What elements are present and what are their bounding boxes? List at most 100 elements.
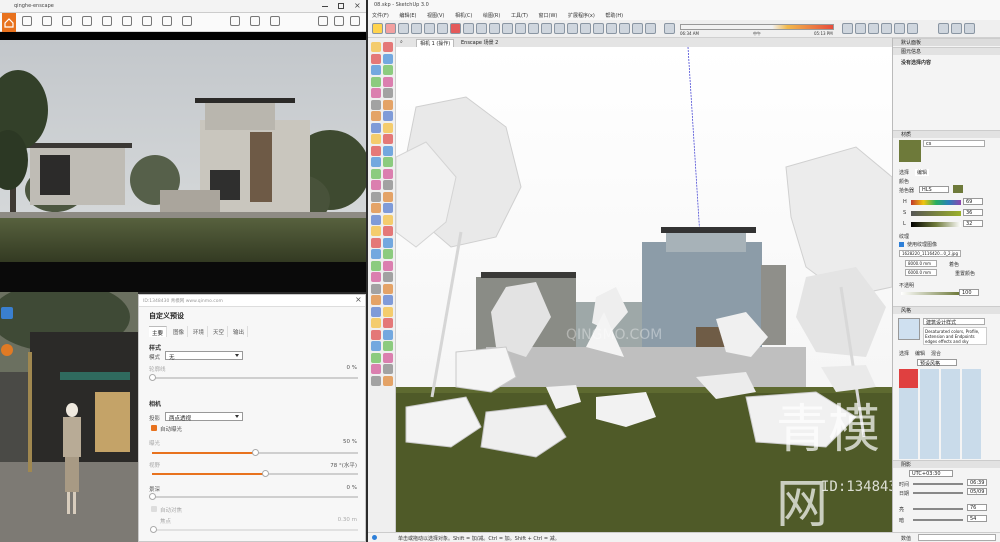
- left-tool-icon[interactable]: [371, 283, 381, 294]
- right-view-icon[interactable]: [619, 23, 630, 34]
- minimize-icon[interactable]: [322, 6, 328, 7]
- menu-file[interactable]: 文件(F): [372, 13, 389, 19]
- picker-select[interactable]: HLS: [919, 186, 949, 193]
- left-tool-icon[interactable]: [371, 295, 381, 305]
- wireframe-style-icon[interactable]: [855, 23, 866, 34]
- utc-select[interactable]: UTC+03:30: [909, 470, 953, 477]
- shaded-style-icon[interactable]: [881, 23, 892, 34]
- focus-knob[interactable]: [150, 526, 157, 533]
- fov-slider[interactable]: [152, 470, 358, 477]
- menu-help[interactable]: 帮助(H): [605, 13, 623, 19]
- move-tool-icon[interactable]: [450, 23, 461, 34]
- views-icon[interactable]: [142, 16, 152, 26]
- style-tab-mix[interactable]: 混合: [931, 350, 941, 357]
- l-field[interactable]: 32: [963, 220, 983, 227]
- projection-select[interactable]: 两点透视: [165, 412, 243, 422]
- left-tool-icon[interactable]: [371, 237, 381, 248]
- left-tool-icon[interactable]: [371, 272, 381, 282]
- menu-edit[interactable]: 编辑(E): [399, 13, 416, 19]
- panorama-icon[interactable]: [82, 16, 92, 26]
- style-tab-select[interactable]: 选择: [899, 350, 909, 357]
- menu-draw[interactable]: 绘图(R): [483, 13, 500, 19]
- left-tool-icon[interactable]: [371, 99, 381, 110]
- menu-camera[interactable]: 相机(C): [455, 13, 472, 19]
- left-tool-icon[interactable]: [371, 260, 381, 271]
- tab-output[interactable]: 输出: [230, 326, 249, 337]
- left-tool-icon[interactable]: [383, 111, 393, 121]
- time-slider[interactable]: [913, 483, 963, 485]
- tab-edit[interactable]: 编辑: [915, 169, 930, 176]
- texture-file-field[interactable]: 1628220_1116420...0_2.jpg: [899, 250, 961, 257]
- focus-slider[interactable]: [150, 526, 358, 533]
- menu-view[interactable]: 视图(V): [427, 13, 444, 19]
- left-tool-icon[interactable]: [383, 53, 393, 64]
- dof-knob[interactable]: [149, 493, 156, 500]
- left-tool-icon[interactable]: [383, 145, 393, 156]
- left-tool-icon[interactable]: [371, 134, 381, 144]
- web-icon[interactable]: [250, 16, 260, 26]
- search-icon[interactable]: ⌕: [400, 39, 403, 45]
- dark-field[interactable]: 54: [967, 515, 987, 522]
- left-tool-icon[interactable]: [383, 237, 393, 248]
- fov-knob[interactable]: [262, 470, 270, 477]
- menu-window[interactable]: 窗口(W): [539, 13, 558, 19]
- left-tool-icon[interactable]: [383, 203, 393, 213]
- tab-environment[interactable]: 环境: [190, 326, 209, 337]
- zoom-tool-icon[interactable]: [567, 23, 578, 34]
- share-icon[interactable]: [270, 16, 280, 26]
- shadows-header[interactable]: 阴影: [893, 460, 1000, 468]
- left-tool-icon[interactable]: [371, 180, 381, 190]
- style-tab-edit[interactable]: 编辑: [915, 350, 925, 357]
- left-tool-icon[interactable]: [383, 214, 393, 225]
- l-gradient[interactable]: [911, 222, 961, 227]
- light-field[interactable]: 76: [967, 504, 987, 511]
- close-icon[interactable]: ×: [354, 1, 361, 10]
- 3d-warehouse-icon[interactable]: [951, 23, 962, 34]
- left-tool-icon[interactable]: [383, 191, 393, 202]
- left-tool-icon[interactable]: [371, 42, 381, 52]
- date-field[interactable]: 05/09: [967, 488, 987, 495]
- left-view-icon[interactable]: [645, 23, 656, 34]
- left-tool-icon[interactable]: [371, 111, 381, 121]
- left-tool-icon[interactable]: [383, 99, 393, 110]
- h-gradient[interactable]: [911, 200, 961, 205]
- enscape-render-view[interactable]: [0, 40, 366, 262]
- tab-image[interactable]: 图像: [170, 326, 189, 337]
- auto-focus-checkbox[interactable]: [151, 506, 157, 512]
- arc-tool-icon[interactable]: [411, 23, 422, 34]
- asset-icon[interactable]: [122, 16, 132, 26]
- left-tool-icon[interactable]: [383, 375, 393, 386]
- left-tool-icon[interactable]: [371, 329, 381, 340]
- left-tool-icon[interactable]: [383, 283, 393, 294]
- left-tool-icon[interactable]: [383, 42, 393, 52]
- use-texture-checkbox[interactable]: [899, 242, 904, 247]
- scene-tab-enscape2[interactable]: Enscape 场景 2: [458, 39, 501, 46]
- pan-tool-icon[interactable]: [554, 23, 565, 34]
- settings-icon[interactable]: [350, 16, 360, 26]
- text-tool-icon[interactable]: [515, 23, 526, 34]
- material-swatch[interactable]: [899, 140, 921, 162]
- sync-icon[interactable]: [22, 16, 32, 26]
- left-tool-icon[interactable]: [371, 341, 381, 351]
- tape-tool-icon[interactable]: [502, 23, 513, 34]
- left-tool-icon[interactable]: [371, 122, 381, 133]
- left-tool-icon[interactable]: [371, 364, 381, 374]
- style-thumbnail[interactable]: [898, 318, 920, 340]
- orbit-tool-icon[interactable]: [541, 23, 552, 34]
- dark-slider[interactable]: [913, 519, 963, 521]
- date-slider[interactable]: [913, 492, 963, 494]
- opacity-field[interactable]: 100: [959, 289, 979, 296]
- left-tool-icon[interactable]: [383, 88, 393, 98]
- component-icon[interactable]: [938, 23, 949, 34]
- textured-style-icon[interactable]: [894, 23, 905, 34]
- left-tool-icon[interactable]: [371, 53, 381, 64]
- left-tool-icon[interactable]: [371, 249, 381, 259]
- scale-tool-icon[interactable]: [476, 23, 487, 34]
- top-view-icon[interactable]: [593, 23, 604, 34]
- home-button[interactable]: [2, 13, 16, 32]
- shadow-time-slider[interactable]: [680, 24, 834, 30]
- rect-tool-icon[interactable]: [424, 23, 435, 34]
- shadow-toggle-icon[interactable]: [664, 23, 675, 34]
- tab-sky[interactable]: 天空: [210, 326, 229, 337]
- desktop-app-icon[interactable]: [1, 344, 13, 356]
